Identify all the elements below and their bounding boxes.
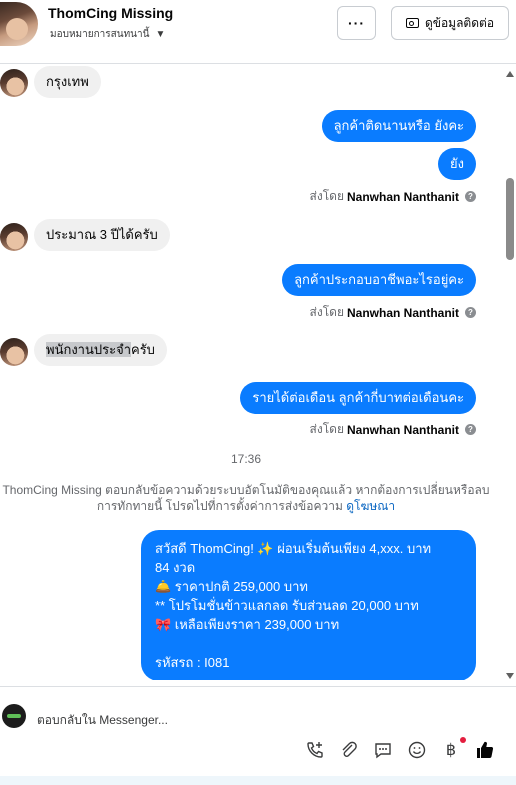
contact-name[interactable]: ThomCing Missing (48, 5, 173, 21)
reply-input[interactable]: ตอบกลับใน Messenger... (37, 711, 168, 730)
contact-avatar-small (0, 223, 28, 251)
auto-reply-line (155, 634, 462, 653)
auto-reply-line: 84 งวด (155, 560, 196, 575)
sent-by-label: ส่งโดย Nanwhan Nanthanit ? (310, 187, 476, 206)
auto-reply-line: 🛎️ ราคาปกติ 259,000 บาท (155, 579, 308, 594)
scrollbar-thumb[interactable] (506, 178, 514, 260)
sent-by-agent: Nanwhan Nanthanit (346, 422, 459, 437)
sent-by-prefix: ส่งโดย (309, 422, 344, 436)
contact-avatar-small (0, 69, 28, 97)
page-avatar (2, 704, 26, 728)
contact-avatar[interactable] (0, 2, 38, 46)
sent-by-label: ส่งโดย Nanwhan Nanthanit ? (310, 303, 476, 322)
emoji-icon[interactable] (406, 739, 428, 761)
help-icon[interactable]: ? (465, 307, 476, 318)
composer: ตอบกลับใน Messenger... ฿ (0, 686, 516, 776)
auto-reply-line: สวัสดี ThomCing! ✨ ผ่อนเริ่มต้นเพียง 4,x… (155, 541, 432, 556)
notification-dot (460, 737, 466, 743)
incoming-message[interactable]: ประมาณ 3 ปีได้ครับ (34, 219, 170, 251)
assign-label: มอบหมายการสนทนานี้ (50, 29, 150, 40)
sent-by-label: ส่งโดย Nanwhan Nanthanit ? (310, 420, 476, 439)
scroll-up-arrow-icon[interactable] (506, 71, 514, 77)
sent-by-agent: Nanwhan Nanthanit (346, 305, 459, 320)
call-add-icon[interactable] (304, 739, 326, 761)
view-ad-link[interactable]: ดูโฆษณา (346, 499, 395, 513)
saved-replies-icon[interactable] (372, 739, 394, 761)
help-icon[interactable]: ? (465, 424, 476, 435)
incoming-message[interactable]: พนักงานประจำครับ (34, 334, 167, 366)
chat-header: ThomCing Missing มอบหมายการสนทนานี้ ▼ ··… (0, 0, 516, 64)
assign-conversation-dropdown[interactable]: มอบหมายการสนทนานี้ ▼ (50, 27, 165, 42)
messenger-chat-window: ThomCing Missing มอบหมายการสนทนานี้ ▼ ··… (0, 0, 516, 785)
view-contact-label: ดูข้อมูลติดต่อ (424, 15, 495, 30)
notice-line-2: การทักทายนี้ โปรดไปที่การตั้งค่าการส่งข้… (96, 499, 343, 513)
scroll-down-arrow-icon[interactable] (506, 673, 514, 679)
message-timestamp: 17:36 (230, 452, 262, 466)
auto-reply-line: รหัสรถ : I081 (155, 655, 230, 670)
sent-by-prefix: ส่งโดย (309, 189, 344, 203)
caret-down-icon: ▼ (155, 29, 166, 40)
view-contact-button[interactable]: ดูข้อมูลติดต่อ (391, 6, 509, 40)
more-options-button[interactable]: ··· (337, 6, 376, 40)
sent-by-agent: Nanwhan Nanthanit (346, 189, 459, 204)
contact-card-icon (405, 18, 419, 28)
contact-avatar-small (0, 338, 28, 366)
message-list[interactable]: กรุงเทพ ลูกค้าติดนานหรือ ยังคะ ยัง ส่งโด… (0, 65, 504, 680)
outgoing-message[interactable]: รายได้ต่อเดือน ลูกค้ากี่บาทต่อเดือนคะ (240, 382, 476, 414)
auto-reply-notice: ThomCing Missing ตอบกลับข้อความด้วยระบบอ… (0, 482, 492, 514)
sent-by-prefix: ส่งโดย (309, 305, 344, 319)
auto-reply-line: ** โปรโมชั่นข้าวแลกลด รับส่วนลด 20,000 บ… (155, 598, 419, 613)
message-text: ครับ (131, 342, 155, 357)
outgoing-message[interactable]: ลูกค้าติดนานหรือ ยังคะ (321, 110, 476, 142)
attachment-icon[interactable] (338, 739, 360, 761)
bottom-edge (0, 776, 516, 785)
outgoing-message[interactable]: ยัง (438, 148, 476, 180)
like-thumbs-up-icon[interactable] (474, 739, 496, 761)
notice-line-1: ThomCing Missing ตอบกลับข้อความด้วยระบบอ… (2, 483, 490, 497)
auto-reply-message[interactable]: สวัสดี ThomCing! ✨ ผ่อนเริ่มต้นเพียง 4,x… (141, 530, 476, 680)
outgoing-message[interactable]: ลูกค้าประกอบอาชีพอะไรอยู่คะ (282, 264, 476, 296)
auto-reply-line: 🎀 เหลือเพียงราคา 239,000 บาท (155, 617, 340, 632)
selected-text: พนักงานประจำ (46, 342, 131, 357)
composer-toolbar: ฿ (304, 737, 496, 761)
incoming-message[interactable]: กรุงเทพ (34, 66, 101, 98)
help-icon[interactable]: ? (465, 191, 476, 202)
payment-baht-icon[interactable]: ฿ (440, 737, 466, 761)
